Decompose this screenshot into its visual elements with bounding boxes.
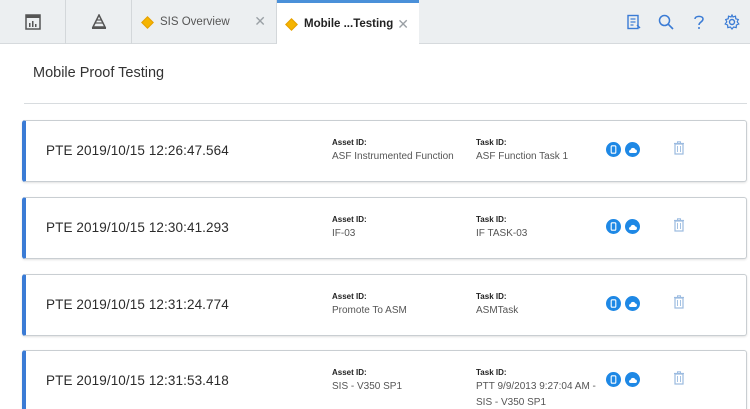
mobile-icon bbox=[610, 375, 617, 384]
asset-id-field: Asset ID: ASF Instrumented Function bbox=[332, 138, 462, 165]
divider bbox=[24, 103, 747, 104]
tab-diamond-icon bbox=[285, 17, 298, 31]
mobile-button[interactable] bbox=[606, 296, 621, 311]
asset-id-label: Asset ID: bbox=[332, 292, 367, 301]
task-id-field: Task ID: IF TASK-03 bbox=[476, 215, 601, 242]
tab-mobile-testing[interactable]: Mobile ...Testing ✕ bbox=[277, 0, 419, 45]
tab-sis-overview[interactable]: SIS Overview ✕ bbox=[133, 0, 277, 44]
trash-icon[interactable] bbox=[673, 295, 685, 309]
dashboard-icon bbox=[24, 14, 41, 30]
cloud-upload-button[interactable] bbox=[625, 296, 640, 311]
settings-icon bbox=[724, 14, 740, 30]
mobile-button[interactable] bbox=[606, 142, 621, 157]
record-name: PTE 2019/10/15 12:31:53.418 bbox=[46, 373, 229, 388]
search-icon bbox=[658, 14, 674, 30]
help-button[interactable] bbox=[684, 7, 714, 37]
task-id-label: Task ID: bbox=[476, 215, 507, 224]
asset-id-field: Asset ID: Promote To ASM bbox=[332, 292, 462, 319]
mobile-icon bbox=[610, 299, 617, 308]
task-id-label: Task ID: bbox=[476, 368, 507, 377]
asset-id-field: Asset ID: IF-03 bbox=[332, 215, 462, 242]
tab-label: Mobile ...Testing bbox=[304, 18, 394, 30]
task-id-value: PTT 9/9/2013 9:27:04 AM - SIS - V350 SP1 bbox=[476, 381, 596, 408]
record-card[interactable]: PTE 2019/10/15 12:26:47.564 Asset ID: AS… bbox=[22, 120, 747, 182]
trash-icon[interactable] bbox=[673, 218, 685, 232]
tab-bar: SIS Overview ✕ Mobile ...Testing ✕ bbox=[0, 0, 750, 45]
close-icon[interactable]: ✕ bbox=[254, 13, 266, 30]
asset-id-value: SIS - V350 SP1 bbox=[332, 381, 403, 392]
notes-icon bbox=[626, 14, 640, 30]
record-card[interactable]: PTE 2019/10/15 12:31:24.774 Asset ID: Pr… bbox=[22, 274, 747, 336]
asset-hierarchy-button[interactable] bbox=[66, 0, 132, 44]
trash-icon[interactable] bbox=[673, 371, 685, 385]
task-id-value: ASF Function Task 1 bbox=[476, 151, 569, 162]
cloud-upload-icon bbox=[628, 377, 637, 383]
record-card[interactable]: PTE 2019/10/15 12:30:41.293 Asset ID: IF… bbox=[22, 197, 747, 259]
tab-label: SIS Overview bbox=[160, 16, 230, 28]
task-id-field: Task ID: ASMTask bbox=[476, 292, 601, 319]
cloud-upload-icon bbox=[628, 224, 637, 230]
record-name: PTE 2019/10/15 12:26:47.564 bbox=[46, 143, 229, 158]
trash-icon[interactable] bbox=[673, 141, 685, 155]
page-title: Mobile Proof Testing bbox=[33, 65, 165, 81]
cloud-upload-button[interactable] bbox=[625, 142, 640, 157]
asset-id-label: Asset ID: bbox=[332, 138, 367, 147]
cloud-upload-button[interactable] bbox=[625, 219, 640, 234]
asset-id-label: Asset ID: bbox=[332, 215, 367, 224]
dashboard-button[interactable] bbox=[0, 0, 66, 44]
asset-id-value: ASF Instrumented Function bbox=[332, 151, 454, 162]
task-id-label: Task ID: bbox=[476, 292, 507, 301]
asset-id-value: Promote To ASM bbox=[332, 305, 407, 316]
mobile-button[interactable] bbox=[606, 372, 621, 387]
settings-button[interactable] bbox=[717, 7, 747, 37]
search-button[interactable] bbox=[651, 7, 681, 37]
task-id-field: Task ID: ASF Function Task 1 bbox=[476, 138, 601, 165]
cloud-upload-icon bbox=[628, 301, 637, 307]
record-card[interactable]: PTE 2019/10/15 12:31:53.418 Asset ID: SI… bbox=[22, 350, 747, 409]
record-name: PTE 2019/10/15 12:31:24.774 bbox=[46, 297, 229, 312]
help-icon bbox=[694, 15, 704, 29]
cloud-upload-icon bbox=[628, 147, 637, 153]
task-id-value: ASMTask bbox=[476, 305, 519, 316]
asset-hierarchy-icon bbox=[91, 14, 106, 29]
notes-button[interactable] bbox=[618, 7, 648, 37]
task-id-value: IF TASK-03 bbox=[476, 228, 528, 239]
task-id-field: Task ID: PTT 9/9/2013 9:27:04 AM - SIS -… bbox=[476, 368, 601, 409]
mobile-icon bbox=[610, 222, 617, 231]
asset-id-value: IF-03 bbox=[332, 228, 356, 239]
mobile-icon bbox=[610, 145, 617, 154]
asset-id-field: Asset ID: SIS - V350 SP1 bbox=[332, 368, 462, 395]
tab-diamond-icon bbox=[141, 15, 154, 29]
cloud-upload-button[interactable] bbox=[625, 372, 640, 387]
mobile-button[interactable] bbox=[606, 219, 621, 234]
close-icon[interactable]: ✕ bbox=[397, 16, 409, 33]
toolbar-right bbox=[618, 0, 750, 44]
record-name: PTE 2019/10/15 12:30:41.293 bbox=[46, 220, 229, 235]
asset-id-label: Asset ID: bbox=[332, 368, 367, 377]
task-id-label: Task ID: bbox=[476, 138, 507, 147]
